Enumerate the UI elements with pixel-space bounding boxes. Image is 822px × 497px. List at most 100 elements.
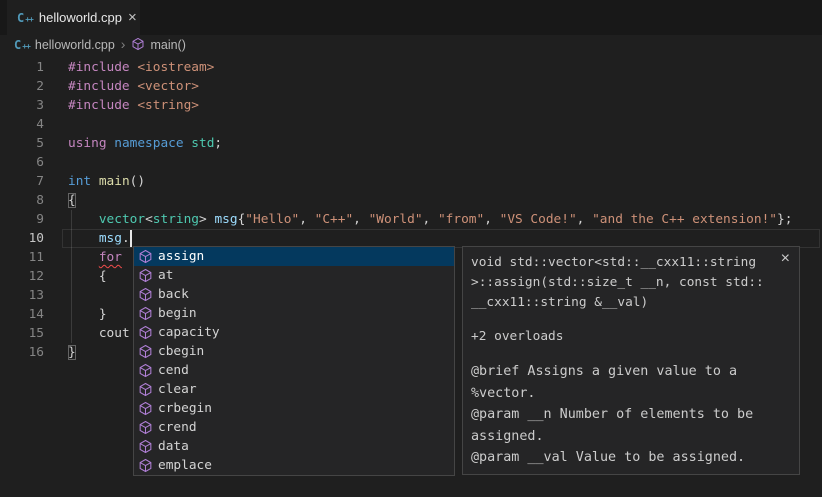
line-number[interactable]: 12 — [0, 269, 44, 284]
method-cube-icon — [138, 363, 153, 378]
code-line-8[interactable]: 8{ — [0, 191, 822, 210]
suggestion-label: assign — [158, 249, 204, 264]
code-line-3[interactable]: 3 #include <string> — [0, 96, 822, 115]
line-number[interactable]: 14 — [0, 307, 44, 322]
doc-signature-line: >::assign(std::size_t __n, const std:: — [471, 273, 791, 293]
suggestion-label: begin — [158, 306, 197, 321]
method-cube-icon — [138, 287, 153, 302]
line-number[interactable]: 5 — [0, 136, 44, 151]
suggestion-crend[interactable]: crend — [134, 418, 454, 437]
tab-bar: C++ helloworld.cpp × — [0, 0, 822, 35]
line-number[interactable]: 6 — [0, 155, 44, 170]
breadcrumb-symbol[interactable]: main() — [150, 38, 185, 52]
suggestion-label: emplace — [158, 458, 212, 473]
method-cube-icon — [138, 458, 153, 473]
doc-line: @brief Assigns a given value to a %vecto… — [471, 361, 791, 404]
suggestion-assign[interactable]: assign — [134, 247, 454, 266]
suggestion-begin[interactable]: begin — [134, 304, 454, 323]
line-number[interactable]: 3 — [0, 98, 44, 113]
method-cube-icon — [131, 37, 145, 51]
suggestion-label: at — [158, 268, 173, 283]
method-cube-icon — [138, 325, 153, 340]
code-text: #include <iostream> — [68, 60, 214, 75]
doc-line: @param __n Number of elements to be assi… — [471, 404, 791, 447]
line-number[interactable]: 13 — [0, 288, 44, 303]
doc-description: @brief Assigns a given value to a %vecto… — [471, 361, 791, 475]
tab-helloworld-cpp[interactable]: C++ helloworld.cpp × — [7, 0, 140, 35]
code-line-6[interactable]: 6 — [0, 153, 822, 172]
text-cursor — [130, 230, 132, 247]
suggestion-cend[interactable]: cend — [134, 361, 454, 380]
line-number[interactable]: 11 — [0, 250, 44, 265]
suggestion-label: cbegin — [158, 344, 204, 359]
chevron-right-icon: › — [121, 36, 126, 52]
suggestion-label: clear — [158, 382, 197, 397]
line-number[interactable]: 16 — [0, 345, 44, 360]
code-text: { — [68, 193, 76, 208]
code-line-1[interactable]: 1 #include <iostream> — [0, 58, 822, 77]
line-number[interactable]: 1 — [0, 60, 44, 75]
code-line-7[interactable]: 7 int main() — [0, 172, 822, 191]
method-cube-icon — [138, 439, 153, 454]
suggestion-clear[interactable]: clear — [134, 380, 454, 399]
method-cube-icon — [138, 268, 153, 283]
suggestion-label: crend — [158, 420, 197, 435]
code-text: { — [68, 269, 107, 284]
autocomplete-popup: assign at back begin capacity cbegin cen… — [133, 246, 455, 476]
method-cube-icon — [138, 401, 153, 416]
cpp-file-icon: C++ — [14, 39, 30, 51]
doc-line: @param __val Value to be assigned. — [471, 447, 791, 469]
method-cube-icon — [138, 306, 153, 321]
doc-line — [471, 469, 791, 476]
vscode-window: C++ helloworld.cpp × C++ helloworld.cpp … — [0, 0, 822, 497]
line-number[interactable]: 9 — [0, 212, 44, 227]
breadcrumb: C++ helloworld.cpp › main() — [0, 35, 822, 55]
line-number[interactable]: 8 — [0, 193, 44, 208]
suggestion-emplace[interactable]: emplace — [134, 456, 454, 475]
method-cube-icon — [138, 382, 153, 397]
doc-signature: void std::vector<std::__cxx11::string>::… — [471, 253, 791, 313]
doc-signature-line: __cxx11::string &__val) — [471, 293, 791, 313]
doc-close-icon[interactable]: × — [781, 250, 790, 268]
doc-signature-line: void std::vector<std::__cxx11::string — [471, 253, 791, 273]
doc-overloads: +2 overloads — [471, 329, 791, 344]
suggestion-label: capacity — [158, 325, 220, 340]
line-number[interactable]: 10 — [0, 231, 44, 246]
suggestion-label: back — [158, 287, 189, 302]
code-text: cout — [68, 326, 130, 341]
suggestion-crbegin[interactable]: crbegin — [134, 399, 454, 418]
tab-close-icon[interactable]: × — [128, 10, 137, 25]
code-text: using namespace std; — [68, 136, 222, 151]
suggestion-doc-panel: × void std::vector<std::__cxx11::string>… — [462, 246, 800, 475]
line-number[interactable]: 4 — [0, 117, 44, 132]
code-line-5[interactable]: 5 using namespace std; — [0, 134, 822, 153]
suggestion-at[interactable]: at — [134, 266, 454, 285]
code-text: int main() — [68, 174, 145, 189]
code-text: #include <string> — [68, 98, 199, 113]
symbol-method-icon — [131, 37, 145, 54]
cpp-file-icon: C++ — [17, 12, 33, 24]
suggestion-data[interactable]: data — [134, 437, 454, 456]
suggestion-label: data — [158, 439, 189, 454]
code-line-9[interactable]: 9 vector<string> msg{"Hello", "C++", "Wo… — [0, 210, 822, 229]
code-line-2[interactable]: 2 #include <vector> — [0, 77, 822, 96]
suggestion-back[interactable]: back — [134, 285, 454, 304]
code-text: vector<string> msg{"Hello", "C++", "Worl… — [68, 212, 792, 227]
method-cube-icon — [138, 420, 153, 435]
tab-title: helloworld.cpp — [39, 10, 122, 25]
code-editor[interactable]: 1 #include <iostream> 2 #include <vector> 3 #… — [0, 55, 822, 497]
code-text: for — [68, 250, 122, 265]
method-cube-icon — [138, 249, 153, 264]
code-text: } — [68, 345, 76, 360]
code-line-4[interactable]: 4 — [0, 115, 822, 134]
line-number[interactable]: 15 — [0, 326, 44, 341]
suggestion-cbegin[interactable]: cbegin — [134, 342, 454, 361]
suggestion-label: cend — [158, 363, 189, 378]
code-text: } — [68, 307, 107, 322]
line-number[interactable]: 2 — [0, 79, 44, 94]
suggestion-capacity[interactable]: capacity — [134, 323, 454, 342]
line-number[interactable]: 7 — [0, 174, 44, 189]
code-text: #include <vector> — [68, 79, 199, 94]
method-cube-icon — [138, 344, 153, 359]
breadcrumb-file[interactable]: helloworld.cpp — [35, 38, 115, 52]
